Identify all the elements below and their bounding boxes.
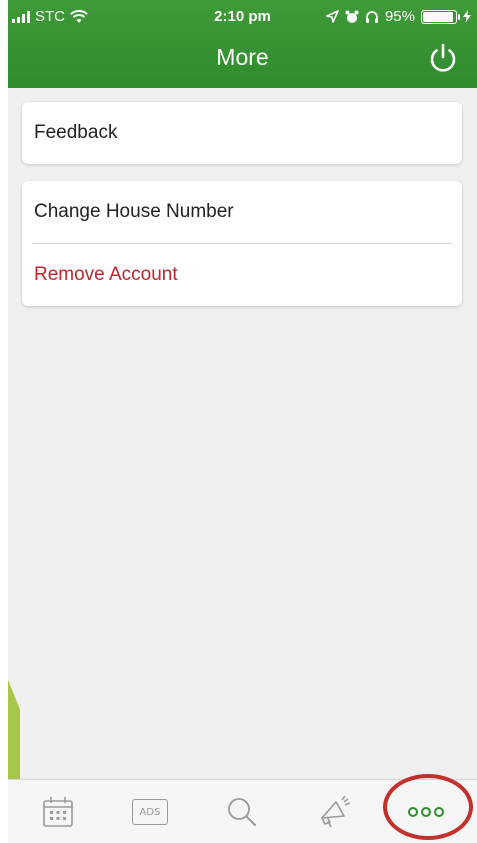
search-icon <box>228 798 256 826</box>
charging-bolt-icon <box>463 10 471 23</box>
tab-ads[interactable]: ADS <box>130 794 170 830</box>
header: STC 2:10 pm 95% More <box>8 0 477 88</box>
power-icon[interactable] <box>427 42 459 74</box>
location-arrow-icon <box>326 10 339 23</box>
ads-icon: ADS <box>132 799 168 825</box>
menu-card-feedback: Feedback <box>22 102 462 164</box>
highlight-circle <box>383 774 473 840</box>
calendar-icon <box>43 797 73 827</box>
battery-icon <box>421 9 460 24</box>
status-bar: STC 2:10 pm 95% <box>8 0 477 30</box>
menu-card-account: Change House Number Remove Account <box>22 181 462 306</box>
feedback-item[interactable]: Feedback <box>22 102 462 164</box>
remove-account-item[interactable]: Remove Account <box>22 244 462 306</box>
alarm-icon <box>345 10 359 23</box>
phone-screen: STC 2:10 pm 95% More Feedback Change Hou… <box>8 0 477 843</box>
megaphone-icon <box>321 795 351 828</box>
tab-announcements[interactable] <box>314 794 354 830</box>
page-title: More <box>216 44 269 70</box>
headphones-icon <box>365 10 378 23</box>
tab-search[interactable] <box>222 794 262 830</box>
change-house-number-item[interactable]: Change House Number <box>22 181 462 243</box>
battery-percent: 95% <box>384 8 415 25</box>
status-right: 95% <box>326 8 471 25</box>
tab-calendar[interactable] <box>38 794 78 830</box>
